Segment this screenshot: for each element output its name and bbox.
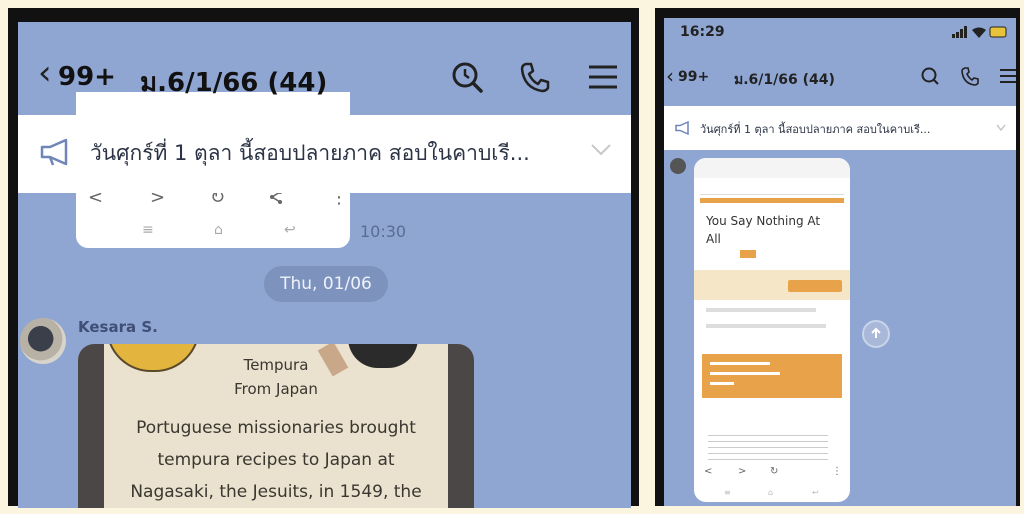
- wifi-icon: [972, 27, 986, 38]
- screenshot-accent-bar: [700, 198, 844, 203]
- recents-icon: ≡: [724, 488, 731, 497]
- screenshot-system-nav: ≡ ⌂ ↩: [724, 488, 824, 497]
- image-message[interactable]: Tempura From Japan Portuguese missionari…: [78, 344, 474, 508]
- avatar[interactable]: [670, 158, 686, 174]
- unread-count[interactable]: 99+: [58, 62, 116, 92]
- menu-icon[interactable]: [586, 60, 620, 94]
- image-body-line: Nagasaki, the Jesuits, in 1549, the: [130, 482, 422, 502]
- screenshot-browser-controls: < > ↻ ⋮: [704, 466, 842, 480]
- battery-icon: [989, 26, 1007, 38]
- home-icon: ⌂: [214, 222, 223, 238]
- screenshot-song-title: You Say Nothing At All: [706, 214, 821, 246]
- announcement-bar[interactable]: วันศุกร์ที่ 1 ตุลา นี้สอบปลายภาค สอบในคา…: [18, 115, 631, 193]
- status-icons: [952, 26, 1007, 38]
- right-chat-screen: 16:29 ‹ 99+ ม.6/1/66 (44) วันศุกร์ที่ 1 …: [664, 18, 1016, 506]
- menu-icon[interactable]: [998, 66, 1016, 86]
- left-chat-screen: < > ↻ ⋮ ≡ ⌂ ↩ 10:30 ‹ 99+ ม.6/1/66 (44) …: [18, 22, 631, 508]
- return-icon: ↩: [284, 222, 296, 238]
- screenshot-orange-button: [788, 280, 842, 292]
- image-body-line: tempura recipes to Japan at: [157, 450, 395, 470]
- back-arrow-icon: <: [704, 466, 713, 477]
- screenshot-text-line: [706, 324, 826, 328]
- image-dark-border: [78, 344, 104, 508]
- chat-title: ม.6/1/66 (44): [734, 72, 835, 88]
- screenshot-status-bar: [694, 158, 850, 178]
- status-time: 16:29: [680, 24, 725, 40]
- screenshot-orange-box: [702, 354, 842, 398]
- screenshot-box-line: [710, 362, 770, 365]
- image-dark-border: [448, 344, 474, 508]
- screenshot-text-block: [708, 430, 828, 460]
- reload-icon: ↻: [770, 466, 779, 477]
- announcement-bar[interactable]: วันศุกร์ที่ 1 ตุลา นี้สอบปลายภาค สอบในคา…: [664, 106, 1016, 150]
- announcement-text: วันศุกร์ที่ 1 ตุลา นี้สอบปลายภาค สอบในคา…: [90, 141, 530, 165]
- forward-arrow-icon: >: [738, 466, 747, 477]
- back-chevron-icon[interactable]: ‹: [666, 66, 674, 86]
- date-divider: Thu, 01/06: [264, 266, 388, 302]
- megaphone-icon: [675, 120, 689, 136]
- sender-name: Kesara S.: [78, 318, 158, 336]
- screenshot-box-line: [710, 372, 780, 375]
- phone-screenshot-image[interactable]: You Say Nothing At All < > ↻ ⋮ ≡ ⌂ ↩: [694, 158, 850, 502]
- image-body-text: Portuguese missionaries brought tempura …: [108, 412, 444, 508]
- announcement-text: วันศุกร์ที่ 1 ตุลา นี้สอบปลายภาค สอบในคา…: [700, 123, 931, 136]
- screenshot-text-line: [706, 308, 816, 312]
- recents-icon: ≡: [142, 222, 154, 238]
- return-icon: ↩: [812, 488, 819, 497]
- back-chevron-icon[interactable]: ‹: [38, 56, 52, 90]
- share-icon[interactable]: [862, 320, 890, 348]
- image-heading: Tempura: [243, 356, 309, 374]
- phone-icon[interactable]: [960, 66, 980, 86]
- image-subheading: From Japan: [234, 380, 318, 398]
- chevron-down-icon[interactable]: [996, 124, 1006, 132]
- search-history-icon[interactable]: [920, 66, 940, 86]
- screenshot-address-bar: [700, 180, 844, 195]
- phone-icon[interactable]: [518, 60, 552, 94]
- screenshot-badge: [740, 250, 756, 258]
- screenshot-box-line: [710, 382, 734, 385]
- avatar[interactable]: [20, 318, 66, 364]
- more-options-icon: ⋮: [832, 466, 842, 477]
- megaphone-icon: [40, 138, 68, 166]
- message-timestamp: 10:30: [360, 222, 407, 241]
- image-body-line: Portuguese missionaries brought: [136, 418, 416, 438]
- search-history-icon[interactable]: [450, 60, 484, 94]
- chevron-down-icon[interactable]: [590, 143, 612, 157]
- unread-count[interactable]: 99+: [678, 69, 709, 85]
- previous-system-nav: ≡ ⌂ ↩: [128, 222, 328, 240]
- chat-title: ม.6/1/66 (44): [140, 68, 328, 98]
- home-icon: ⌂: [768, 488, 774, 497]
- signal-icon: [952, 26, 967, 38]
